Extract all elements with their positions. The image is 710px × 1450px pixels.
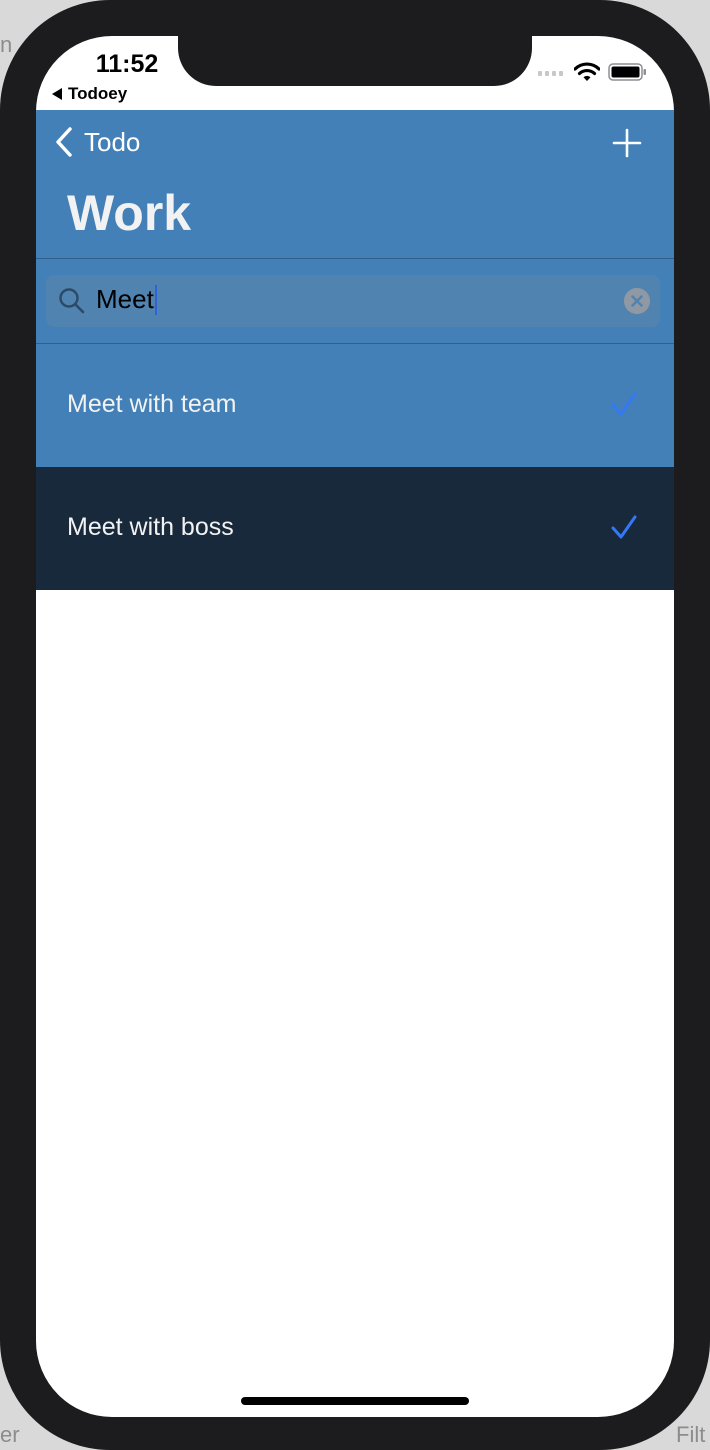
navigation-bar: Todo Work <box>36 110 674 259</box>
wifi-icon <box>574 62 600 81</box>
list-item-label: Meet with team <box>67 390 237 418</box>
page-title: Work <box>67 185 192 241</box>
chevron-left-icon <box>56 127 72 157</box>
back-triangle-icon <box>52 88 62 100</box>
phone-screen: 11:52 Todoey Todo Work Meet Meet with te… <box>36 36 674 1417</box>
checkmark-icon <box>611 515 637 539</box>
search-value-text: Meet <box>96 284 154 314</box>
home-indicator[interactable] <box>241 1397 469 1405</box>
nav-back-button[interactable]: Todo <box>54 126 140 158</box>
plus-icon[interactable] <box>612 128 642 158</box>
status-back-app-label: Todoey <box>68 84 128 103</box>
clear-icon[interactable] <box>624 288 650 314</box>
search-icon <box>59 288 85 314</box>
text-caret <box>154 284 157 315</box>
status-time: 11:52 <box>95 50 159 78</box>
list-item-label: Meet with boss <box>67 513 234 541</box>
status-icons <box>538 62 648 82</box>
background-text-right-bottom: Filt <box>676 1422 706 1447</box>
battery-icon <box>608 63 646 81</box>
phone-frame: 11:52 Todoey Todo Work Meet Meet with te… <box>0 0 710 1450</box>
search-bar: Meet <box>36 259 674 344</box>
checkmark-icon <box>611 392 637 416</box>
status-back-to-app[interactable]: Todoey <box>52 84 127 104</box>
cellular-signal-icon <box>538 71 563 76</box>
list-item[interactable]: Meet with team <box>36 344 674 467</box>
background-text-left-bottom: er <box>0 1422 20 1447</box>
nav-back-label: Todo <box>84 126 141 157</box>
background-text-left-top: n <box>0 32 13 57</box>
search-input[interactable]: Meet <box>46 275 660 327</box>
notch <box>178 36 532 86</box>
search-value: Meet <box>96 284 157 315</box>
list-item[interactable]: Meet with boss <box>36 467 674 590</box>
